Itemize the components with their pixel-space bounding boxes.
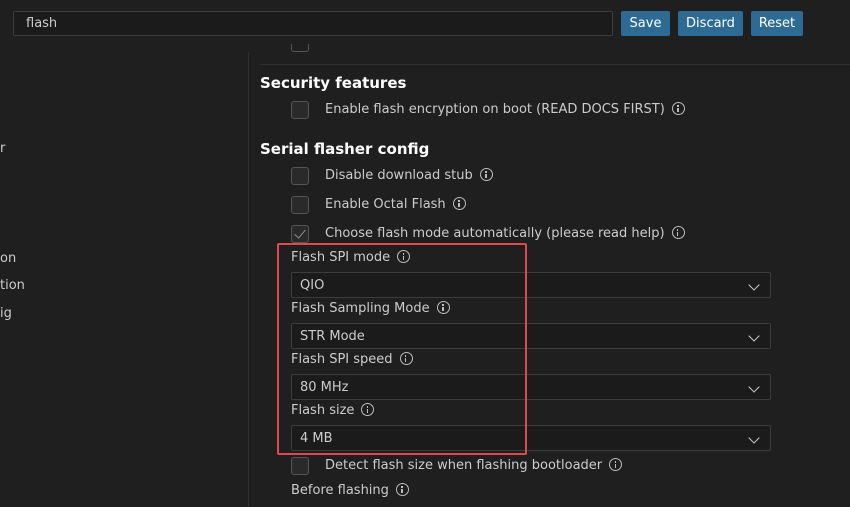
info-icon[interactable] xyxy=(452,197,466,210)
chevron-down-icon xyxy=(748,279,760,291)
sidebar-item-1[interactable]: r xyxy=(0,141,5,156)
sidebar-item-3[interactable]: tion xyxy=(0,278,25,293)
sidebar-item-4[interactable]: ig xyxy=(0,306,12,321)
reset-button[interactable]: Reset xyxy=(751,11,803,36)
sidebar-item-2[interactable]: on xyxy=(0,251,16,266)
chevron-down-icon xyxy=(748,381,760,393)
top-bar: Save Discard Reset xyxy=(0,0,850,46)
enable-octal-flash-checkbox[interactable] xyxy=(291,196,309,214)
detect-flash-size-checkbox[interactable] xyxy=(291,457,309,475)
flash-encryption-checkbox[interactable] xyxy=(291,101,309,119)
sidebar-divider xyxy=(248,52,249,507)
auto-flash-mode-label: Choose flash mode automatically (please … xyxy=(325,226,685,241)
highlight-box xyxy=(277,243,527,455)
serial-flasher-title: Serial flasher config xyxy=(260,140,430,158)
chevron-down-icon xyxy=(748,330,760,342)
section-divider xyxy=(260,64,850,65)
detect-flash-size-label: Detect flash size when flashing bootload… xyxy=(325,458,623,473)
security-features-title: Security features xyxy=(260,74,407,92)
disable-download-stub-checkbox[interactable] xyxy=(291,167,309,185)
save-button[interactable]: Save xyxy=(621,11,670,36)
flash-encryption-label: Enable flash encryption on boot (READ DO… xyxy=(325,102,685,117)
info-icon[interactable] xyxy=(395,483,409,496)
enable-octal-flash-label: Enable Octal Flash xyxy=(325,197,466,212)
discard-button[interactable]: Discard xyxy=(678,11,743,36)
chevron-down-icon xyxy=(748,432,760,444)
search-input[interactable] xyxy=(13,11,613,36)
info-icon[interactable] xyxy=(479,168,493,181)
partial-checkbox[interactable] xyxy=(291,44,309,52)
auto-flash-mode-checkbox[interactable] xyxy=(291,225,309,243)
info-icon[interactable] xyxy=(671,226,685,239)
info-icon[interactable] xyxy=(671,102,685,115)
info-icon[interactable] xyxy=(609,458,623,471)
before-flashing-label: Before flashing xyxy=(291,483,409,498)
disable-download-stub-label: Disable download stub xyxy=(325,168,493,183)
